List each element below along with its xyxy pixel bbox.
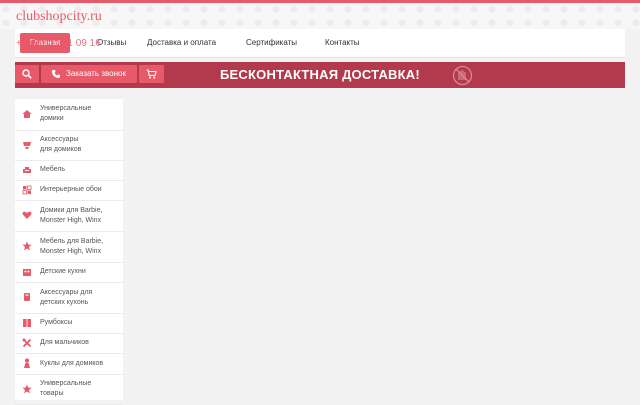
sidebar-item-label: Домики для Barbie, Monster High, Winx (40, 207, 103, 224)
sidebar-item-roomboxes[interactable]: Румбоксы (15, 313, 123, 334)
sidebar-item-for-boys[interactable]: Для мальчиков (15, 333, 123, 354)
phone-number[interactable]: +7 (901) 201 09 16 (16, 38, 101, 49)
nav-certificates[interactable]: Сертификаты (246, 29, 297, 57)
search-icon (22, 69, 32, 79)
house-icon (22, 110, 32, 118)
search-button[interactable] (15, 65, 39, 83)
sidebar-item-label: Аксессуары для домиков (40, 136, 82, 153)
roombox-icon (23, 319, 31, 327)
kitchen-icon (23, 269, 31, 276)
tools-icon (22, 338, 32, 348)
cart-button[interactable] (139, 65, 164, 83)
sidebar-item-label: Универсальные товары (40, 380, 92, 397)
sidebar-item-universal-houses[interactable]: Универсальные домики (15, 99, 123, 131)
wallpaper-icon (22, 185, 32, 195)
main-navigation: Главная Отзывы Доставка и оплата Сертифи… (15, 29, 625, 58)
contactless-delivery-banner: БЕСКОНТАКТНАЯ ДОСТАВКА! (220, 67, 420, 82)
sidebar-item-wallpaper[interactable]: Интерьерные обои (15, 180, 123, 201)
sidebar-item-label: Румбоксы (40, 319, 73, 326)
no-contact-hand-icon (452, 65, 473, 86)
sidebar-item-dolls[interactable]: Куклы для домиков (15, 353, 123, 375)
nav-reviews[interactable]: Отзывы (97, 29, 126, 57)
nav-contacts[interactable]: Контакты (325, 29, 360, 57)
sidebar-item-universal-goods[interactable]: Универсальные товары (15, 374, 123, 405)
nav-delivery[interactable]: Доставка и оплата (147, 29, 216, 57)
sidebar-item-label: Мебель (40, 166, 66, 173)
sidebar-item-label: Интерьерные обои (40, 186, 102, 193)
sidebar-item-kids-kitchens[interactable]: Детские кухни (15, 262, 123, 283)
star-icon (22, 241, 32, 251)
star-icon (22, 384, 32, 394)
doll-icon (24, 358, 30, 368)
sidebar-item-kitchen-accessories[interactable]: Аксессуары для детских кухонь (15, 282, 123, 314)
accessories-icon (23, 142, 31, 149)
phone-icon (52, 70, 60, 78)
sidebar-item-barbie-houses[interactable]: Домики для Barbie, Monster High, Winx (15, 200, 123, 232)
category-sidebar: Универсальные домики Аксессуары для доми… (15, 99, 123, 405)
header: clubshopcity.ru (0, 3, 640, 29)
cart-icon (146, 69, 157, 79)
sidebar-item-label: Универсальные домики (40, 105, 92, 122)
sidebar-item-furniture[interactable]: Мебель (15, 160, 123, 181)
sidebar-item-label: Детские кухни (40, 268, 86, 275)
request-call-label: Заказать звонок (66, 69, 126, 78)
sidebar-item-label: Куклы для домиков (40, 360, 104, 367)
heart-icon (22, 211, 32, 219)
site-brand[interactable]: clubshopcity.ru (16, 9, 102, 25)
sidebar-item-house-accessories[interactable]: Аксессуары для домиков (15, 130, 123, 161)
sidebar-item-label: Аксессуары для детских кухонь (40, 289, 93, 306)
sofa-icon (23, 167, 31, 173)
request-call-button[interactable]: Заказать звонок (41, 65, 137, 83)
sidebar-item-barbie-furniture[interactable]: Мебель для Barbie, Monster High, Winx (15, 231, 123, 263)
kitchen-accessories-icon (24, 293, 30, 301)
action-banner: Заказать звонок БЕСКОНТАКТНАЯ ДОСТАВКА! (15, 62, 625, 88)
sidebar-item-label: Для мальчиков (40, 339, 89, 346)
sidebar-item-label: Мебель для Barbie, Monster High, Winx (40, 238, 104, 255)
